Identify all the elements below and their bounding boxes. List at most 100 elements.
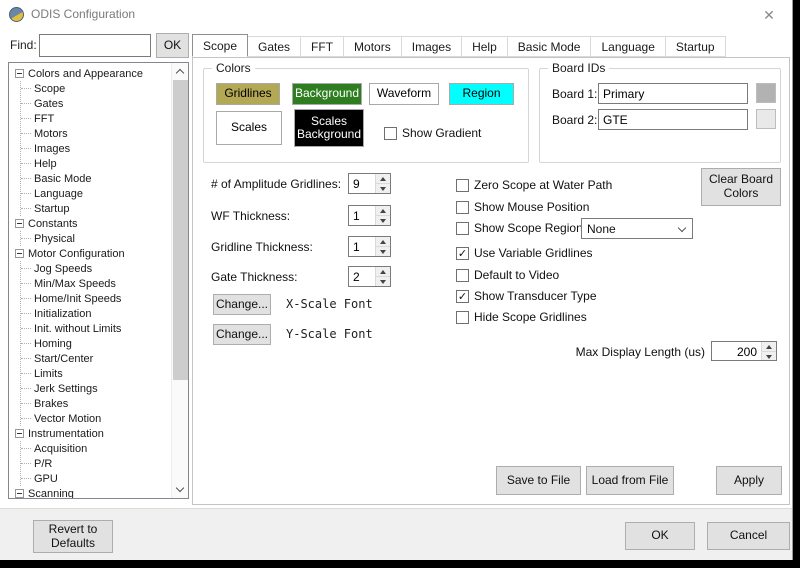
tab-fft[interactable]: FFT (301, 36, 344, 57)
stepper-up-icon[interactable] (375, 237, 390, 246)
find-ok-button[interactable]: OK (156, 33, 189, 58)
tab-images[interactable]: Images (402, 36, 462, 57)
collapse-icon[interactable] (15, 429, 24, 438)
tab-help[interactable]: Help (462, 36, 508, 57)
tree-item-brakes[interactable]: Brakes (21, 396, 171, 411)
tree-item-physical[interactable]: Physical (21, 231, 171, 246)
show-transducer-type-checkbox[interactable]: ✓Show Transducer Type (456, 289, 597, 303)
close-icon[interactable]: ✕ (760, 6, 778, 24)
find-input[interactable] (39, 34, 151, 57)
tree-item-vector-motion[interactable]: Vector Motion (21, 411, 171, 426)
background-color-button[interactable]: Background (292, 83, 362, 105)
checkbox-box[interactable] (384, 127, 397, 140)
wf-thickness-stepper[interactable]: 1 (348, 205, 391, 226)
tree-item-home-init-speeds[interactable]: Home/Init Speeds (21, 291, 171, 306)
tree-scrollbar[interactable] (171, 63, 188, 498)
board-1-color-swatch[interactable] (756, 83, 776, 103)
stepper-down-icon[interactable] (375, 215, 390, 225)
tree-item-instrumentation[interactable]: Instrumentation (13, 426, 171, 441)
show-gradient-checkbox[interactable]: Show Gradient (384, 126, 481, 140)
tree-item-fft[interactable]: FFT (21, 111, 171, 126)
tree-item-motor-configuration[interactable]: Motor Configuration (13, 246, 171, 261)
gridline-thickness-stepper[interactable]: 1 (348, 236, 391, 257)
clear-board-colors-button[interactable]: Clear Board Colors (701, 168, 781, 206)
gate-thickness-stepper[interactable]: 2 (348, 266, 391, 287)
tree-item-jerk-settings[interactable]: Jerk Settings (21, 381, 171, 396)
checkbox-box[interactable] (456, 179, 469, 192)
stepper-down-icon[interactable] (375, 246, 390, 256)
change-x-scale-font-button[interactable]: Change... (213, 294, 271, 315)
tab-startup[interactable]: Startup (666, 36, 726, 57)
scales-color-button[interactable]: Scales (216, 111, 282, 145)
board-2-input[interactable] (598, 109, 748, 130)
tree-item-motors[interactable]: Motors (21, 126, 171, 141)
zero-scope-at-water-path-checkbox[interactable]: Zero Scope at Water Path (456, 178, 612, 192)
scrollbar-up-icon[interactable] (172, 63, 189, 80)
tree-item-images[interactable]: Images (21, 141, 171, 156)
stepper-up-icon[interactable] (375, 206, 390, 215)
scrollbar-down-icon[interactable] (172, 481, 189, 498)
revert-to-defaults-button[interactable]: Revert to Defaults (33, 520, 113, 553)
tab-scope[interactable]: Scope (192, 34, 248, 57)
use-variable-gridlines-checkbox[interactable]: ✓Use Variable Gridlines (456, 246, 593, 260)
tree-item-gpu[interactable]: GPU (21, 471, 171, 486)
gridlines-color-button[interactable]: Gridlines (216, 83, 280, 105)
tab-motors[interactable]: Motors (344, 36, 402, 57)
tree-item-scope[interactable]: Scope (21, 81, 171, 96)
show-mouse-position-checkbox[interactable]: Show Mouse Position (456, 200, 589, 214)
load-from-file-button[interactable]: Load from File (586, 466, 674, 495)
stepper-down-icon[interactable] (375, 183, 390, 193)
tree-item-startup[interactable]: Startup (21, 201, 171, 216)
tree-item-acquisition[interactable]: Acquisition (21, 441, 171, 456)
region-color-button[interactable]: Region (449, 83, 514, 105)
checkbox-box[interactable]: ✓ (456, 247, 469, 260)
stepper-up-icon[interactable] (375, 267, 390, 276)
stepper-down-icon[interactable] (761, 351, 776, 361)
tree-item-scanning[interactable]: Scanning (13, 486, 171, 498)
tree-item-basic-mode[interactable]: Basic Mode (21, 171, 171, 186)
apply-button[interactable]: Apply (716, 466, 782, 495)
tab-gates[interactable]: Gates (248, 36, 301, 57)
stepper-up-icon[interactable] (761, 342, 776, 351)
stepper-up-icon[interactable] (375, 174, 390, 183)
tree-item-initialization[interactable]: Initialization (21, 306, 171, 321)
tree-item-homing[interactable]: Homing (21, 336, 171, 351)
tree-item-start-center[interactable]: Start/Center (21, 351, 171, 366)
collapse-icon[interactable] (15, 219, 24, 228)
board-1-input[interactable] (598, 83, 748, 104)
scales-background-color-button[interactable]: Scales Background (294, 109, 364, 147)
tree-item-help[interactable]: Help (21, 156, 171, 171)
scrollbar-thumb[interactable] (173, 80, 188, 380)
collapse-icon[interactable] (15, 69, 24, 78)
checkbox-box[interactable] (456, 201, 469, 214)
tab-basic-mode[interactable]: Basic Mode (508, 36, 592, 57)
checkbox-box[interactable] (456, 311, 469, 324)
tree-item-colors-and-appearance[interactable]: Colors and Appearance (13, 66, 171, 81)
show-scope-region-checkbox[interactable]: Show Scope RegionNone (456, 221, 583, 235)
default-to-video-checkbox[interactable]: Default to Video (456, 268, 559, 282)
ok-button[interactable]: OK (625, 522, 695, 550)
show-scope-region-dropdown[interactable]: None (581, 218, 693, 239)
tree-item-jog-speeds[interactable]: Jog Speeds (21, 261, 171, 276)
tree-item-min-max-speeds[interactable]: Min/Max Speeds (21, 276, 171, 291)
tree-item-gates[interactable]: Gates (21, 96, 171, 111)
collapse-icon[interactable] (15, 489, 24, 498)
tree-item-limits[interactable]: Limits (21, 366, 171, 381)
collapse-icon[interactable] (15, 249, 24, 258)
waveform-color-button[interactable]: Waveform (369, 83, 439, 105)
tree-item-constants[interactable]: Constants (13, 216, 171, 231)
tree-item-p-r[interactable]: P/R (21, 456, 171, 471)
cancel-button[interactable]: Cancel (707, 522, 790, 550)
checkbox-box[interactable]: ✓ (456, 290, 469, 303)
tab-language[interactable]: Language (591, 36, 665, 57)
save-to-file-button[interactable]: Save to File (496, 466, 581, 495)
tree-item-init-without-limits[interactable]: Init. without Limits (21, 321, 171, 336)
stepper-down-icon[interactable] (375, 276, 390, 286)
tree-item-language[interactable]: Language (21, 186, 171, 201)
hide-scope-gridlines-checkbox[interactable]: Hide Scope Gridlines (456, 310, 587, 324)
board-2-color-swatch[interactable] (756, 109, 776, 129)
checkbox-box[interactable] (456, 269, 469, 282)
change-y-scale-font-button[interactable]: Change... (213, 324, 271, 345)
checkbox-box[interactable] (456, 222, 469, 235)
max-display-length-stepper[interactable]: 200 (711, 341, 777, 361)
